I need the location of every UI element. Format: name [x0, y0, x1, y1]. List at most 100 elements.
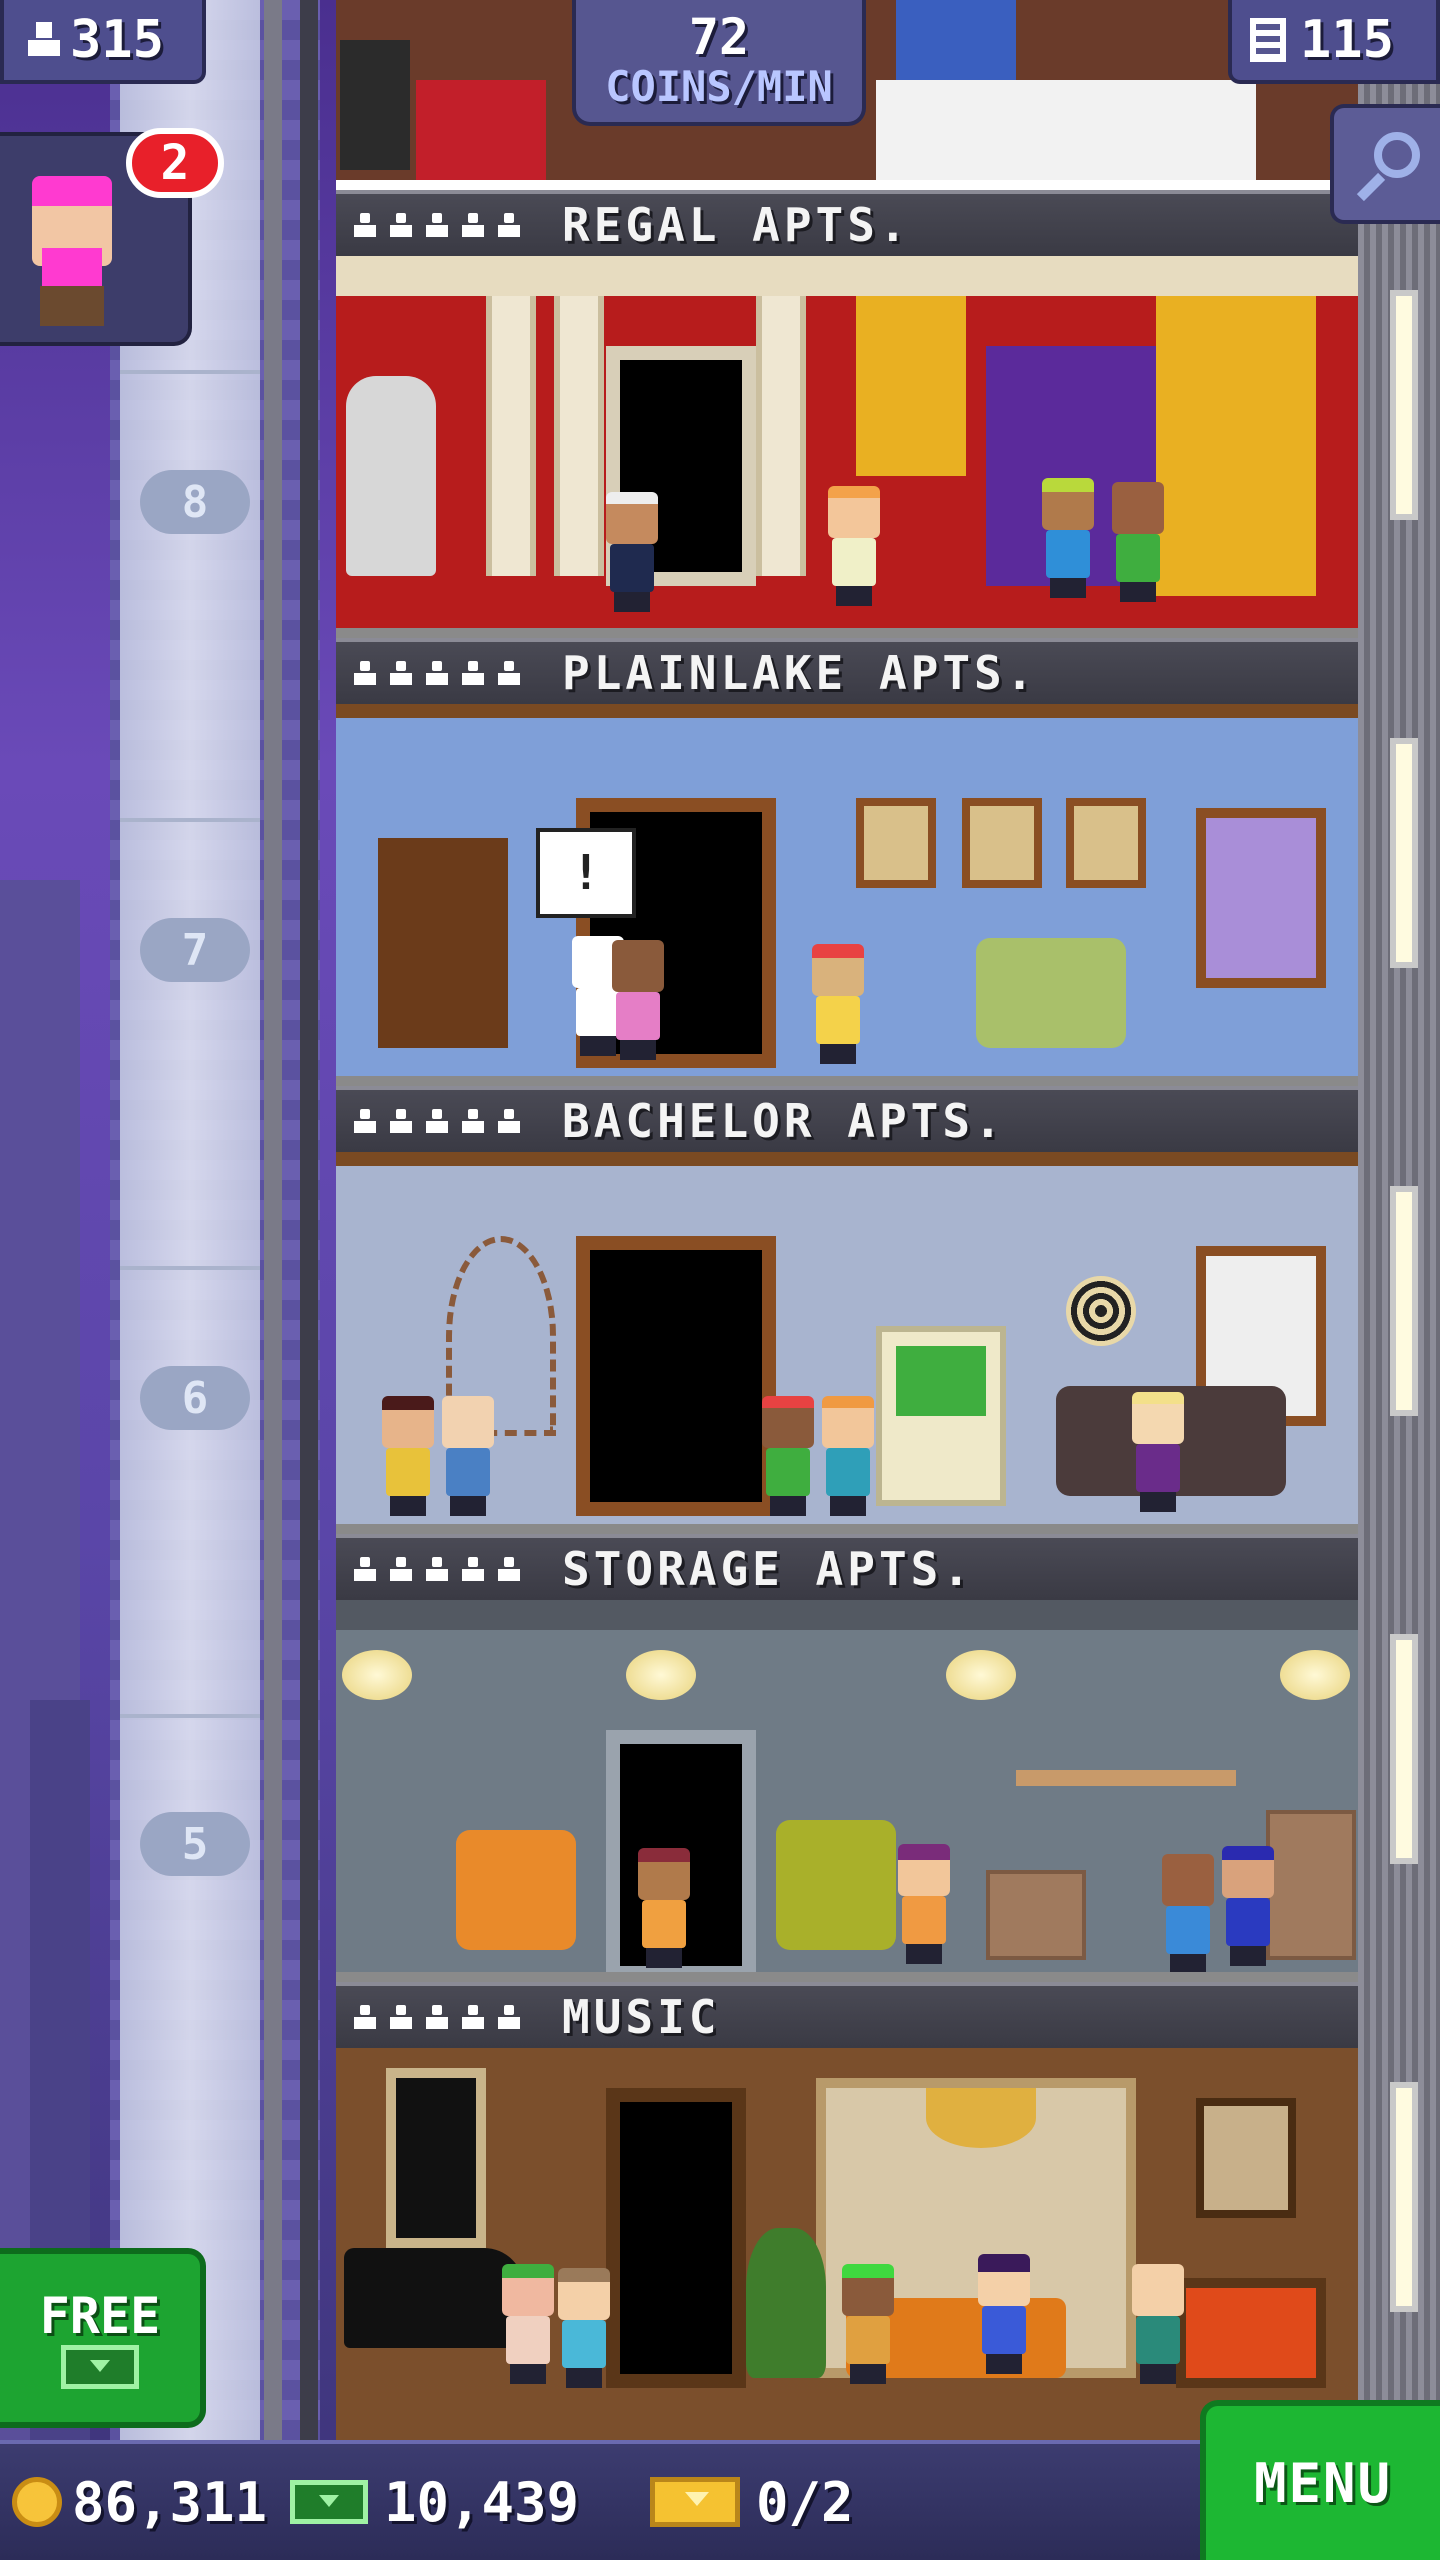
resident[interactable]	[1216, 1846, 1280, 1966]
potted-plant	[746, 2228, 826, 2378]
menu-button[interactable]: MENU	[1200, 2400, 1440, 2560]
resident-icon	[496, 211, 522, 239]
floor-label-bar: BACHELOR APTS.	[336, 1086, 1358, 1152]
resident[interactable]	[606, 940, 670, 1060]
magnifier-icon	[1374, 132, 1420, 178]
resident[interactable]	[436, 1396, 500, 1516]
bux-icon	[290, 2480, 368, 2524]
door	[576, 1236, 776, 1516]
resident-icon	[352, 1555, 378, 1583]
elevator-rail	[300, 0, 318, 2440]
person-icon	[24, 20, 64, 60]
resident[interactable]	[496, 2264, 560, 2384]
ceiling-lamp	[626, 1650, 696, 1700]
resident-pips	[352, 1107, 522, 1135]
notification-badge[interactable]: 2	[126, 128, 224, 198]
arcade-screen	[896, 1346, 986, 1416]
coin-icon	[12, 2477, 62, 2527]
coins-value: 86,311	[72, 2470, 268, 2534]
floor-label-bar: MUSIC	[336, 1982, 1358, 2048]
speaker	[340, 40, 410, 170]
resident[interactable]	[600, 492, 664, 612]
floor-label-bar: REGAL APTS.	[336, 190, 1358, 256]
room-bachelor[interactable]	[336, 1152, 1358, 1536]
resident-icon	[496, 1555, 522, 1583]
resident-icon	[352, 659, 378, 687]
resident[interactable]	[816, 1396, 880, 1516]
visitor-body	[40, 286, 104, 326]
resident-icon	[352, 2003, 378, 2031]
resident-pips	[352, 2003, 522, 2031]
bux-icon	[61, 2345, 139, 2389]
stage-doorway	[606, 2088, 746, 2388]
floor-divider	[120, 1714, 260, 1718]
armchair	[976, 938, 1126, 1048]
elevator-floor-number: 5	[140, 1812, 250, 1876]
population-value: 315	[70, 10, 164, 70]
resident[interactable]	[1036, 478, 1100, 598]
picture-frame	[856, 798, 936, 888]
floor-name: PLAINLAKE APTS.	[562, 646, 1038, 700]
resident[interactable]	[756, 1396, 820, 1516]
gold-curtain	[856, 296, 966, 476]
magnifier-handle	[1356, 172, 1386, 202]
room-regal[interactable]	[336, 256, 1358, 640]
wall-light	[1390, 738, 1418, 968]
resident[interactable]	[892, 1844, 956, 1964]
golden-tickets-stat[interactable]: 0/2	[650, 2471, 854, 2534]
floor-name: BACHELOR APTS.	[562, 1094, 1006, 1148]
room-music[interactable]	[336, 2048, 1358, 2440]
window	[1196, 808, 1326, 988]
coins-per-min-panel[interactable]: 72 COINS/MIN	[572, 0, 866, 126]
resident[interactable]	[822, 486, 886, 606]
speech-bubble: !	[536, 828, 636, 918]
red-bed	[416, 80, 546, 180]
resident[interactable]	[1126, 2264, 1190, 2384]
resident-pips	[352, 211, 522, 239]
free-label: FREE	[39, 2287, 161, 2345]
floor-label-bar: PLAINLAKE APTS.	[336, 638, 1358, 704]
wall-light	[1390, 2082, 1418, 2312]
resident[interactable]	[376, 1396, 440, 1516]
resident-icon	[424, 2003, 450, 2031]
resident-icon	[460, 659, 486, 687]
resident-icon	[352, 211, 378, 239]
blue-flag	[896, 0, 1016, 80]
room-plainlake[interactable]: !	[336, 704, 1358, 1088]
free-bux-button[interactable]: FREE	[0, 2248, 206, 2428]
search-button[interactable]	[1330, 104, 1440, 224]
room-storage[interactable]	[336, 1600, 1358, 1984]
resident-pips	[352, 659, 522, 687]
resident[interactable]	[836, 2264, 900, 2384]
resident[interactable]	[972, 2254, 1036, 2374]
resident[interactable]	[1106, 482, 1170, 602]
resident[interactable]	[806, 944, 870, 1064]
coins-stat[interactable]: 86,311	[0, 2471, 290, 2534]
resident[interactable]	[1156, 1854, 1220, 1972]
resident-icon	[388, 1107, 414, 1135]
building-icon	[1250, 18, 1286, 62]
population-counter[interactable]: 315	[0, 0, 206, 84]
marble-column	[486, 296, 536, 576]
elevator-floor-number: 6	[140, 1366, 250, 1430]
golden-ticket-icon	[650, 2477, 740, 2527]
cardboard-box	[986, 1870, 1086, 1960]
resident-icon	[460, 2003, 486, 2031]
picture-frame	[1066, 798, 1146, 888]
resident[interactable]	[632, 1848, 696, 1968]
floor-divider	[120, 370, 260, 374]
resident-icon	[388, 2003, 414, 2031]
floor-name: STORAGE APTS.	[562, 1542, 975, 1596]
elevator-glass[interactable]	[120, 0, 260, 2440]
bux-stat[interactable]: 10,439	[290, 2471, 650, 2534]
resident-icon	[352, 1107, 378, 1135]
resident-icon	[424, 1107, 450, 1135]
floor-counter[interactable]: 115	[1228, 0, 1440, 84]
armchair	[776, 1820, 896, 1950]
marble-column	[554, 296, 604, 576]
resident[interactable]	[552, 2268, 616, 2388]
floor-divider	[120, 818, 260, 822]
resident-icon	[496, 1107, 522, 1135]
resident[interactable]	[1126, 1392, 1190, 1512]
wall-shelf	[1016, 1770, 1236, 1786]
